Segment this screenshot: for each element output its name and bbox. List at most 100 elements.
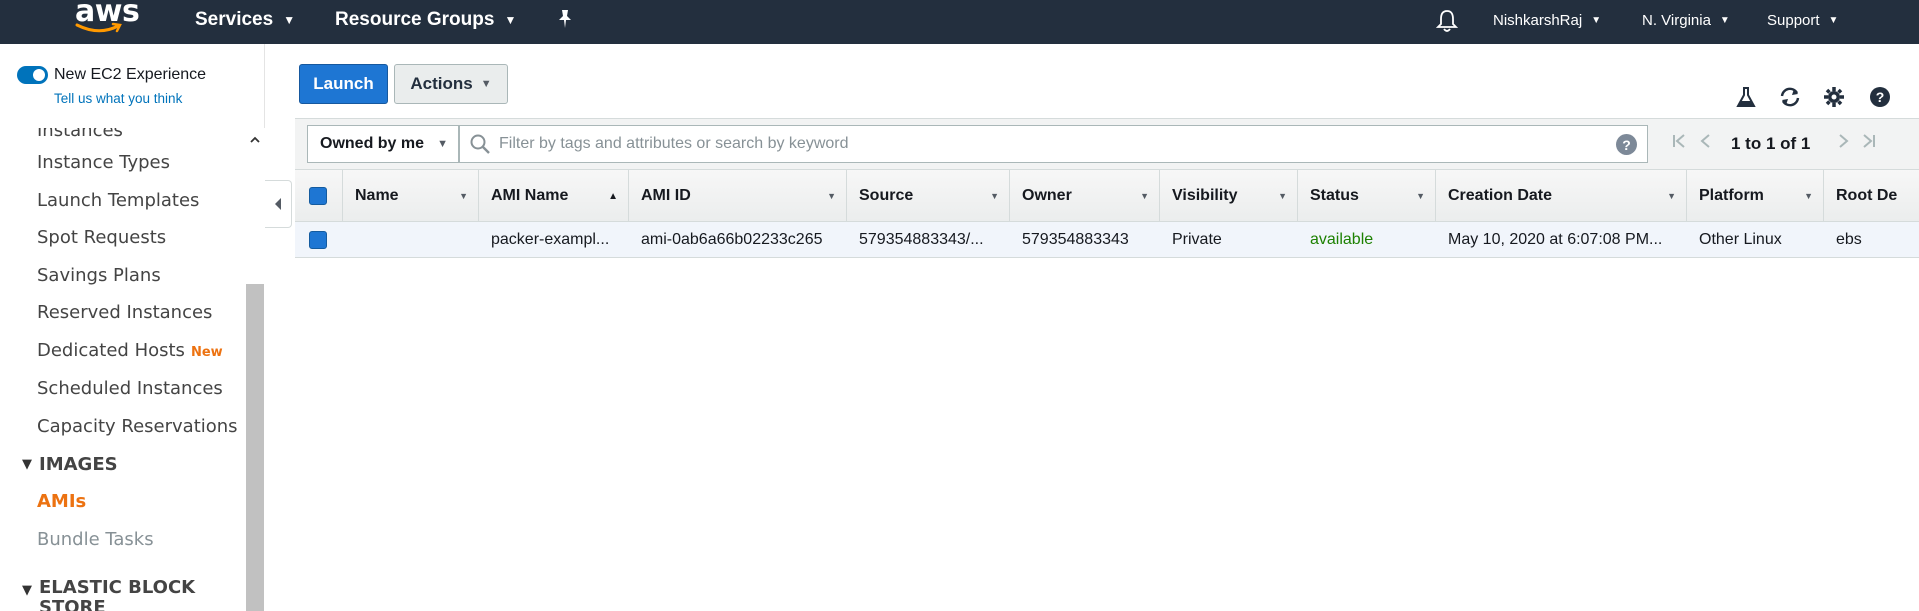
sidebar-item-spot-requests[interactable]: Spot Requests (37, 227, 166, 248)
resource-groups-menu[interactable]: Resource Groups ▼ (335, 9, 516, 31)
triangle-down-icon: ▼ (22, 457, 32, 472)
aws-logo[interactable]: aws (68, 0, 140, 40)
user-name: NishkarshRaj (1493, 12, 1583, 29)
user-menu[interactable]: NishkarshRaj ▼ (1493, 12, 1601, 29)
column-header-visibility[interactable]: Visibility ▼ (1160, 170, 1298, 222)
column-header-owner[interactable]: Owner ▼ (1010, 170, 1160, 222)
cell-platform: Other Linux (1699, 231, 1782, 248)
column-header-source[interactable]: Source ▼ (847, 170, 1010, 222)
column-label: Platform (1699, 187, 1764, 204)
table-row[interactable]: packer-exampl... ami-0ab6a66b02233c265 5… (295, 222, 1919, 258)
cell-ami-id: ami-0ab6a66b02233c265 (641, 231, 823, 248)
last-page-icon[interactable] (1862, 133, 1876, 149)
main-content: Launch Actions ▼ ? Owned by me ▼ ? (293, 44, 1919, 611)
column-header-status[interactable]: Status ▼ (1298, 170, 1436, 222)
column-header-creation-date[interactable]: Creation Date ▼ (1436, 170, 1687, 222)
collapse-sidebar-button[interactable] (265, 180, 292, 228)
new-ec2-experience-toggle-row: New EC2 Experience (17, 66, 206, 84)
sidebar-item-dedicated-hosts[interactable]: Dedicated Hosts New (37, 340, 223, 361)
column-header-name[interactable]: Name ▼ (343, 170, 479, 222)
column-label: AMI ID (641, 187, 691, 204)
region-name: N. Virginia (1642, 12, 1711, 29)
resource-groups-label: Resource Groups (335, 9, 495, 30)
bell-icon[interactable] (1435, 9, 1459, 38)
previous-page-icon[interactable] (1699, 133, 1711, 149)
sidebar-item-savings-plans[interactable]: Savings Plans (37, 265, 161, 286)
sidebar-item-instances[interactable]: Instances (37, 128, 123, 141)
feedback-link[interactable]: Tell us what you think (54, 91, 182, 106)
column-label: Status (1310, 187, 1359, 204)
sort-icon: ▼ (990, 191, 999, 201)
sidebar-item-label: Dedicated Hosts (37, 340, 185, 361)
sidebar-item-scheduled-instances[interactable]: Scheduled Instances (37, 378, 223, 399)
next-page-icon[interactable] (1838, 133, 1850, 149)
search-input[interactable] (499, 135, 1599, 153)
triangle-down-icon: ▼ (22, 583, 32, 598)
column-header-platform[interactable]: Platform ▼ (1687, 170, 1824, 222)
sidebar: New EC2 Experience Tell us what you thin… (0, 44, 265, 611)
cell-owner: 579354883343 (1022, 231, 1129, 248)
search-help-icon[interactable]: ? (1616, 134, 1637, 155)
cell-ami-name: packer-exampl... (491, 231, 610, 248)
sort-ascending-icon: ▲ (608, 190, 618, 202)
new-ec2-experience-toggle[interactable] (17, 66, 48, 84)
chevron-down-icon: ▼ (1591, 15, 1602, 26)
flask-icon[interactable] (1733, 84, 1759, 110)
column-header-ami-id[interactable]: AMI ID ▼ (629, 170, 847, 222)
services-menu[interactable]: Services ▼ (195, 9, 295, 31)
sidebar-item-reserved-instances[interactable]: Reserved Instances (37, 302, 212, 323)
aws-smile-icon (75, 22, 122, 33)
pin-icon[interactable] (556, 9, 574, 34)
column-label: Creation Date (1448, 187, 1553, 204)
column-label: Owner (1022, 187, 1072, 204)
sort-icon: ▼ (1140, 191, 1149, 201)
cell-source: 579354883343/... (859, 231, 984, 248)
column-header-root-device[interactable]: Root De (1824, 170, 1919, 222)
row-checkbox[interactable] (309, 231, 327, 249)
column-header-ami-name[interactable]: AMI Name ▲ (479, 170, 629, 222)
launch-button[interactable]: Launch (299, 64, 388, 104)
select-all-checkbox[interactable] (309, 187, 327, 205)
sort-icon: ▼ (1278, 191, 1287, 201)
sort-icon: ▼ (1804, 191, 1813, 201)
chevron-up-icon[interactable] (245, 130, 265, 150)
support-menu[interactable]: Support ▼ (1767, 12, 1838, 29)
chevron-down-icon: ▼ (1828, 15, 1839, 26)
sort-icon: ▼ (1416, 191, 1425, 201)
column-label: AMI Name (491, 187, 569, 204)
sidebar-item-capacity-reservations[interactable]: Capacity Reservations (37, 416, 238, 437)
column-label: Source (859, 187, 914, 204)
section-label: IMAGES (39, 454, 118, 475)
actions-dropdown[interactable]: Actions ▼ (394, 64, 508, 104)
scrollbar-thumb[interactable] (246, 284, 264, 611)
actions-label: Actions (410, 74, 473, 93)
sidebar-scrollbar[interactable] (245, 128, 265, 611)
chevron-left-icon (275, 198, 281, 210)
sort-icon: ▼ (1667, 191, 1676, 201)
sort-icon: ▼ (827, 191, 836, 201)
sidebar-item-launch-templates[interactable]: Launch Templates (37, 190, 199, 211)
sidebar-item-bundle-tasks[interactable]: Bundle Tasks (37, 529, 154, 550)
sidebar-section-images[interactable]: ▼ IMAGES (22, 454, 118, 475)
column-label: Visibility (1172, 187, 1238, 204)
section-label: ELASTIC BLOCK STORE (39, 577, 196, 611)
top-navigation-bar: aws Services ▼ Resource Groups ▼ Nishkar… (0, 0, 1919, 44)
owned-by-dropdown[interactable]: Owned by me ▼ (307, 125, 459, 163)
chevron-down-icon: ▼ (437, 138, 448, 150)
sidebar-item-amis[interactable]: AMIs (37, 491, 86, 512)
sidebar-item-instance-types[interactable]: Instance Types (37, 152, 170, 173)
gear-icon[interactable] (1821, 84, 1847, 110)
sidebar-section-elastic-block-store[interactable]: ▼ ELASTIC BLOCK STORE (22, 578, 222, 611)
help-icon[interactable]: ? (1867, 84, 1893, 110)
row-select-cell (295, 222, 343, 258)
first-page-icon[interactable] (1672, 133, 1686, 149)
region-menu[interactable]: N. Virginia ▼ (1642, 12, 1730, 29)
refresh-icon[interactable] (1777, 84, 1803, 110)
column-label: Name (355, 187, 399, 204)
cell-visibility: Private (1172, 231, 1222, 248)
sidebar-nav-list: Instances Instance Types Launch Template… (0, 128, 245, 611)
ami-table: Name ▼ AMI Name ▲ AMI ID ▼ Source ▼ Owner ▼ V… (295, 170, 1919, 258)
search-box[interactable]: ? (459, 125, 1648, 163)
pagination-text: 1 to 1 of 1 (1731, 134, 1811, 153)
column-label: Root De (1836, 187, 1898, 204)
